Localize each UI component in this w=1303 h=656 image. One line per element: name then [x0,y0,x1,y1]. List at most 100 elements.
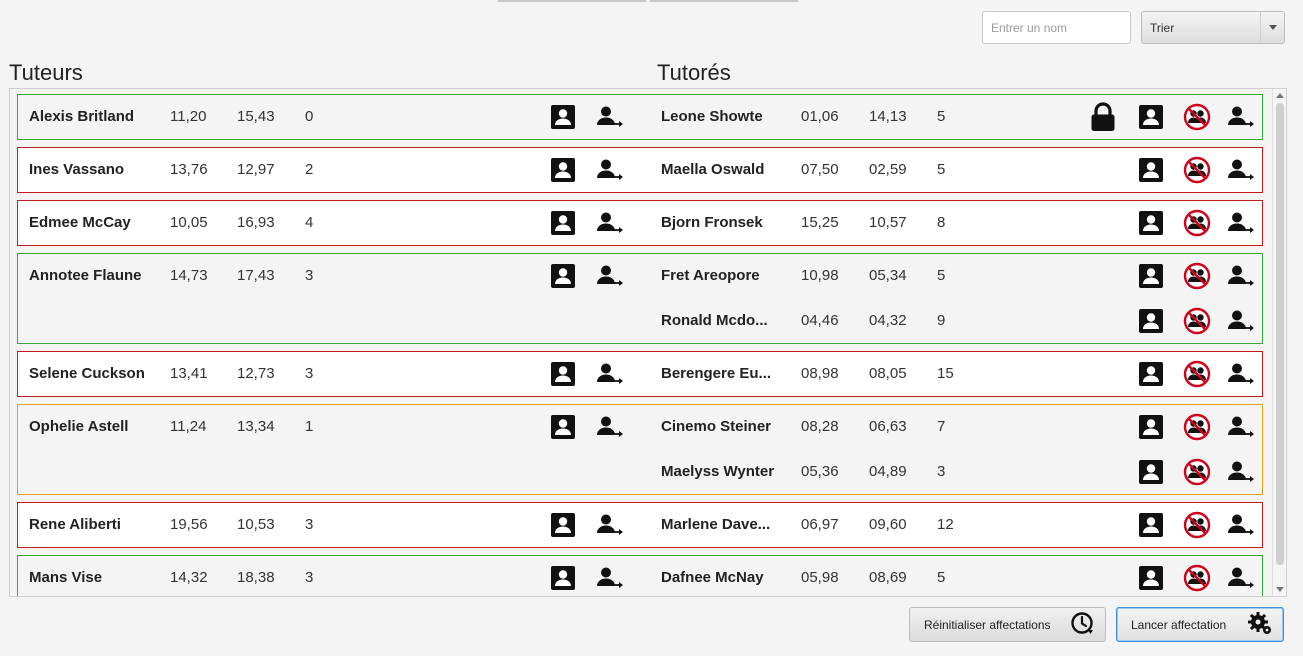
tutee-value-3: 7 [937,418,946,435]
assignment-group[interactable]: Ophelie Astell 11,24 13,34 1 Cinemo Steiner 0… [17,404,1263,495]
person-arrow-icon[interactable] [1227,512,1254,538]
person-arrow-icon[interactable] [1227,210,1254,236]
person-arrow-icon[interactable] [596,210,623,236]
forbid-pair-icon[interactable] [1183,262,1211,290]
person-arrow-icon[interactable] [596,263,623,289]
search-input[interactable] [982,11,1131,44]
sort-select-label: Trier [1150,20,1175,35]
tutor-value-1: 14,73 [170,267,208,284]
profile-card-icon[interactable] [1138,459,1164,485]
assignment-group[interactable]: Ines Vassano 13,76 12,97 2 Maella Oswald 07,5… [17,147,1263,193]
person-arrow-icon[interactable] [1227,361,1254,387]
profile-card-icon[interactable] [550,263,576,289]
profile-card-icon[interactable] [550,414,576,440]
tutor-name: Selene Cuckson [29,365,145,382]
forbid-pair-icon[interactable] [1183,458,1211,486]
tutee-value-3: 12 [937,516,954,533]
sort-select[interactable]: Trier [1141,11,1285,44]
tutee-name: Marlene Dave... [661,516,771,533]
profile-card-icon[interactable] [1138,361,1164,387]
scroll-down-icon[interactable] [1276,587,1284,592]
profile-card-icon[interactable] [1138,565,1164,591]
assignment-group[interactable]: Edmee McCay 10,05 16,93 4 Bjorn Fronsek 15,25… [17,200,1263,246]
assignment-group[interactable]: Selene Cuckson 13,41 12,73 3 Berengere Eu...… [17,351,1263,397]
tutor-value-3: 3 [305,569,314,586]
assignment-group[interactable]: Mans Vise 14,32 18,38 3 Dafnee McNay 05,98 08,… [17,555,1263,596]
profile-card-icon[interactable] [1138,263,1164,289]
person-arrow-icon[interactable] [1227,263,1254,289]
profile-card-icon[interactable] [1138,512,1164,538]
tutee-value-3: 15 [937,365,954,382]
tutors-title: Tuteurs [9,60,83,85]
person-arrow-icon[interactable] [596,361,623,387]
person-arrow-icon[interactable] [1227,565,1254,591]
profile-card-icon[interactable] [1138,104,1164,130]
top-tab[interactable] [498,0,646,2]
person-arrow-icon[interactable] [596,512,623,538]
assignment-list[interactable]: Alexis Britland 11,20 15,43 0 Leone Showte 01… [9,88,1287,597]
profile-card-icon[interactable] [1138,157,1164,183]
tutor-value-1: 19,56 [170,516,208,533]
tutor-value-1: 13,76 [170,161,208,178]
lock-icon[interactable] [1090,102,1116,131]
person-arrow-icon[interactable] [1227,414,1254,440]
profile-card-icon[interactable] [550,565,576,591]
tutee-value-2: 04,32 [869,312,907,329]
tutor-value-1: 11,20 [170,108,207,125]
forbid-pair-icon[interactable] [1183,511,1211,539]
tutee-value-3: 5 [937,569,946,586]
profile-card-icon[interactable] [1138,210,1164,236]
forbid-pair-icon[interactable] [1183,156,1211,184]
person-arrow-icon[interactable] [596,157,623,183]
profile-card-icon[interactable] [550,104,576,130]
forbid-pair-icon[interactable] [1183,360,1211,388]
forbid-pair-icon[interactable] [1183,564,1211,592]
person-arrow-icon[interactable] [596,565,623,591]
top-tab[interactable] [650,0,798,2]
reset-assignments-button[interactable]: Réinitialiser affectations [909,607,1106,642]
launch-assignment-label: Lancer affectation [1131,617,1227,632]
profile-card-icon[interactable] [550,361,576,387]
assignment-group[interactable]: Alexis Britland 11,20 15,43 0 Leone Showte 01… [17,94,1263,140]
profile-card-icon[interactable] [550,210,576,236]
person-arrow-icon[interactable] [596,414,623,440]
scrollbar-thumb[interactable] [1276,103,1284,565]
launch-assignment-button[interactable]: Lancer affectation [1116,607,1284,642]
profile-card-icon[interactable] [550,157,576,183]
forbid-pair-icon[interactable] [1183,209,1211,237]
tutee-value-2: 14,13 [869,108,907,125]
assignment-group[interactable]: Rene Aliberti 19,56 10,53 3 Marlene Dave... 0… [17,502,1263,548]
forbid-pair-icon[interactable] [1183,307,1211,335]
person-arrow-icon[interactable] [1227,459,1254,485]
profile-card-icon[interactable] [1138,414,1164,440]
assignment-group[interactable]: Annotee Flaune 14,73 17,43 3 Fret Areopore 10… [17,253,1263,344]
tutor-name: Ophelie Astell [29,418,129,435]
tutee-name: Ronald Mcdo... [661,312,768,329]
sort-select-arrow[interactable] [1260,12,1284,43]
profile-card-icon[interactable] [1138,308,1164,334]
tutee-value-3: 5 [937,267,946,284]
tutor-value-1: 11,24 [170,418,207,435]
tutor-name: Rene Aliberti [29,516,121,533]
tutor-value-2: 16,93 [237,214,275,231]
forbid-pair-icon[interactable] [1183,103,1211,131]
tutor-value-2: 17,43 [237,267,275,284]
profile-card-icon[interactable] [550,512,576,538]
tutor-name: Annotee Flaune [29,267,142,284]
tutee-value-2: 09,60 [869,516,907,533]
forbid-pair-icon[interactable] [1183,413,1211,441]
person-arrow-icon[interactable] [596,104,623,130]
person-arrow-icon[interactable] [1227,308,1254,334]
gear-icon [1247,610,1273,639]
tutor-value-2: 10,53 [237,516,275,533]
person-arrow-icon[interactable] [1227,157,1254,183]
tutee-value-1: 04,46 [801,312,839,329]
tutor-value-2: 18,38 [237,569,275,586]
person-arrow-icon[interactable] [1227,104,1254,130]
scroll-up-icon[interactable] [1276,93,1284,98]
tutee-value-3: 3 [937,463,946,480]
tutee-value-1: 01,06 [801,108,839,125]
tutee-value-1: 15,25 [801,214,839,231]
vertical-scrollbar[interactable] [1272,89,1286,596]
tutor-value-3: 4 [305,214,314,231]
